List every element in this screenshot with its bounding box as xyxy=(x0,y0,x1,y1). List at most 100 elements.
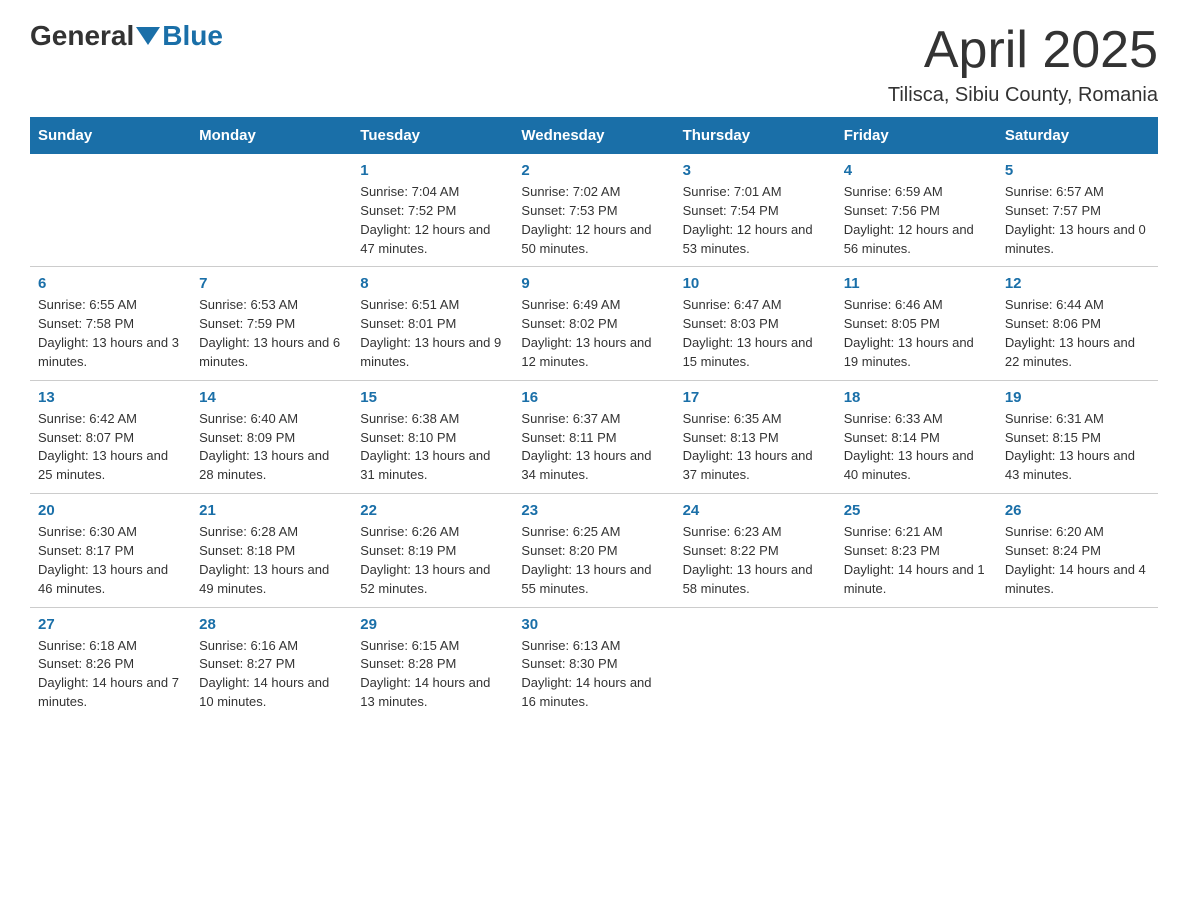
calendar-cell: 20 Sunrise: 6:30 AMSunset: 8:17 PMDayligh… xyxy=(30,494,191,607)
day-info: Sunrise: 6:44 AMSunset: 8:06 PMDaylight:… xyxy=(1005,296,1150,371)
weekday-header-row: SundayMondayTuesdayWednesdayThursdayFrid… xyxy=(30,117,1158,154)
day-number: 14 xyxy=(199,389,344,406)
weekday-header-sunday: Sunday xyxy=(30,117,191,154)
calendar-cell xyxy=(30,154,191,267)
day-info: Sunrise: 6:57 AMSunset: 7:57 PMDaylight:… xyxy=(1005,183,1150,258)
day-info: Sunrise: 6:26 AMSunset: 8:19 PMDaylight:… xyxy=(360,523,505,598)
month-title: April 2025 xyxy=(888,20,1158,80)
calendar-cell: 1 Sunrise: 7:04 AMSunset: 7:52 PMDaylight… xyxy=(352,154,513,267)
calendar-cell: 13 Sunrise: 6:42 AMSunset: 8:07 PMDayligh… xyxy=(30,380,191,493)
day-info: Sunrise: 6:21 AMSunset: 8:23 PMDaylight:… xyxy=(844,523,989,598)
day-number: 24 xyxy=(683,502,828,519)
calendar-cell: 8 Sunrise: 6:51 AMSunset: 8:01 PMDaylight… xyxy=(352,267,513,380)
day-info: Sunrise: 6:23 AMSunset: 8:22 PMDaylight:… xyxy=(683,523,828,598)
day-number: 25 xyxy=(844,502,989,519)
calendar-cell: 28 Sunrise: 6:16 AMSunset: 8:27 PMDayligh… xyxy=(191,607,352,720)
calendar-cell: 12 Sunrise: 6:44 AMSunset: 8:06 PMDayligh… xyxy=(997,267,1158,380)
day-number: 1 xyxy=(360,162,505,179)
calendar-cell: 24 Sunrise: 6:23 AMSunset: 8:22 PMDayligh… xyxy=(675,494,836,607)
day-number: 10 xyxy=(683,275,828,292)
day-number: 30 xyxy=(521,616,666,633)
week-row-2: 6 Sunrise: 6:55 AMSunset: 7:58 PMDaylight… xyxy=(30,267,1158,380)
day-info: Sunrise: 6:40 AMSunset: 8:09 PMDaylight:… xyxy=(199,410,344,485)
day-info: Sunrise: 6:33 AMSunset: 8:14 PMDaylight:… xyxy=(844,410,989,485)
weekday-header-saturday: Saturday xyxy=(997,117,1158,154)
day-number: 26 xyxy=(1005,502,1150,519)
day-info: Sunrise: 6:28 AMSunset: 8:18 PMDaylight:… xyxy=(199,523,344,598)
logo-general-text: General xyxy=(30,20,134,52)
day-info: Sunrise: 6:25 AMSunset: 8:20 PMDaylight:… xyxy=(521,523,666,598)
calendar-cell: 15 Sunrise: 6:38 AMSunset: 8:10 PMDayligh… xyxy=(352,380,513,493)
calendar-cell xyxy=(836,607,997,720)
day-number: 16 xyxy=(521,389,666,406)
day-info: Sunrise: 6:38 AMSunset: 8:10 PMDaylight:… xyxy=(360,410,505,485)
day-info: Sunrise: 6:49 AMSunset: 8:02 PMDaylight:… xyxy=(521,296,666,371)
day-number: 13 xyxy=(38,389,183,406)
week-row-4: 20 Sunrise: 6:30 AMSunset: 8:17 PMDayligh… xyxy=(30,494,1158,607)
week-row-5: 27Sunrise: 6:18 AMSunset: 8:26 PMDayligh… xyxy=(30,607,1158,720)
calendar-cell: 23 Sunrise: 6:25 AMSunset: 8:20 PMDayligh… xyxy=(513,494,674,607)
day-number: 5 xyxy=(1005,162,1150,179)
day-info: Sunrise: 6:13 AMSunset: 8:30 PMDaylight:… xyxy=(521,637,666,712)
calendar-cell: 9 Sunrise: 6:49 AMSunset: 8:02 PMDaylight… xyxy=(513,267,674,380)
day-info: Sunrise: 6:30 AMSunset: 8:17 PMDaylight:… xyxy=(38,523,183,598)
day-number: 6 xyxy=(38,275,183,292)
calendar-cell xyxy=(997,607,1158,720)
day-number: 20 xyxy=(38,502,183,519)
day-info: Sunrise: 6:46 AMSunset: 8:05 PMDaylight:… xyxy=(844,296,989,371)
day-info: Sunrise: 6:59 AMSunset: 7:56 PMDaylight:… xyxy=(844,183,989,258)
day-info: Sunrise: 6:20 AMSunset: 8:24 PMDaylight:… xyxy=(1005,523,1150,598)
day-info: Sunrise: 6:35 AMSunset: 8:13 PMDaylight:… xyxy=(683,410,828,485)
day-number: 28 xyxy=(199,616,344,633)
day-number: 11 xyxy=(844,275,989,292)
day-number: 21 xyxy=(199,502,344,519)
day-number: 9 xyxy=(521,275,666,292)
day-info: Sunrise: 6:15 AMSunset: 8:28 PMDaylight:… xyxy=(360,637,505,712)
day-info: Sunrise: 6:53 AMSunset: 7:59 PMDaylight:… xyxy=(199,296,344,371)
day-number: 22 xyxy=(360,502,505,519)
page-header: General Blue April 2025 Tilisca, Sibiu C… xyxy=(30,20,1158,107)
calendar-cell: 11 Sunrise: 6:46 AMSunset: 8:05 PMDayligh… xyxy=(836,267,997,380)
calendar-cell: 10 Sunrise: 6:47 AMSunset: 8:03 PMDayligh… xyxy=(675,267,836,380)
day-info: Sunrise: 6:47 AMSunset: 8:03 PMDaylight:… xyxy=(683,296,828,371)
title-block: April 2025 Tilisca, Sibiu County, Romani… xyxy=(888,20,1158,107)
day-number: 8 xyxy=(360,275,505,292)
day-number: 2 xyxy=(521,162,666,179)
week-row-3: 13 Sunrise: 6:42 AMSunset: 8:07 PMDayligh… xyxy=(30,380,1158,493)
weekday-header-monday: Monday xyxy=(191,117,352,154)
day-info: Sunrise: 6:51 AMSunset: 8:01 PMDaylight:… xyxy=(360,296,505,371)
day-info: Sunrise: 6:55 AMSunset: 7:58 PMDaylight:… xyxy=(38,296,183,371)
calendar-cell: 29 Sunrise: 6:15 AMSunset: 8:28 PMDayligh… xyxy=(352,607,513,720)
day-info: Sunrise: 7:02 AMSunset: 7:53 PMDaylight:… xyxy=(521,183,666,258)
calendar-cell: 2 Sunrise: 7:02 AMSunset: 7:53 PMDaylight… xyxy=(513,154,674,267)
day-number: 29 xyxy=(360,616,505,633)
logo-blue-text: Blue xyxy=(162,20,223,52)
weekday-header-thursday: Thursday xyxy=(675,117,836,154)
week-row-1: 1 Sunrise: 7:04 AMSunset: 7:52 PMDaylight… xyxy=(30,154,1158,267)
calendar-cell: 19 Sunrise: 6:31 AMSunset: 8:15 PMDayligh… xyxy=(997,380,1158,493)
day-info: Sunrise: 6:42 AMSunset: 8:07 PMDaylight:… xyxy=(38,410,183,485)
day-info: Sunrise: 6:31 AMSunset: 8:15 PMDaylight:… xyxy=(1005,410,1150,485)
calendar-cell: 14 Sunrise: 6:40 AMSunset: 8:09 PMDayligh… xyxy=(191,380,352,493)
day-info: Sunrise: 6:16 AMSunset: 8:27 PMDaylight:… xyxy=(199,637,344,712)
day-number: 19 xyxy=(1005,389,1150,406)
day-info: Sunrise: 6:18 AMSunset: 8:26 PMDaylight:… xyxy=(38,637,183,712)
day-info: Sunrise: 7:04 AMSunset: 7:52 PMDaylight:… xyxy=(360,183,505,258)
calendar-cell: 3 Sunrise: 7:01 AMSunset: 7:54 PMDaylight… xyxy=(675,154,836,267)
weekday-header-tuesday: Tuesday xyxy=(352,117,513,154)
calendar-cell xyxy=(675,607,836,720)
day-number: 15 xyxy=(360,389,505,406)
day-number: 3 xyxy=(683,162,828,179)
calendar-cell: 22 Sunrise: 6:26 AMSunset: 8:19 PMDayligh… xyxy=(352,494,513,607)
day-number: 12 xyxy=(1005,275,1150,292)
calendar-cell: 16Sunrise: 6:37 AMSunset: 8:11 PMDayligh… xyxy=(513,380,674,493)
day-number: 23 xyxy=(521,502,666,519)
logo-arrow-icon xyxy=(136,27,160,45)
logo: General Blue xyxy=(30,20,223,52)
calendar-cell: 30 Sunrise: 6:13 AMSunset: 8:30 PMDayligh… xyxy=(513,607,674,720)
day-number: 18 xyxy=(844,389,989,406)
day-info: Sunrise: 7:01 AMSunset: 7:54 PMDaylight:… xyxy=(683,183,828,258)
calendar-cell xyxy=(191,154,352,267)
calendar-cell: 4Sunrise: 6:59 AMSunset: 7:56 PMDaylight… xyxy=(836,154,997,267)
calendar-cell: 17Sunrise: 6:35 AMSunset: 8:13 PMDayligh… xyxy=(675,380,836,493)
